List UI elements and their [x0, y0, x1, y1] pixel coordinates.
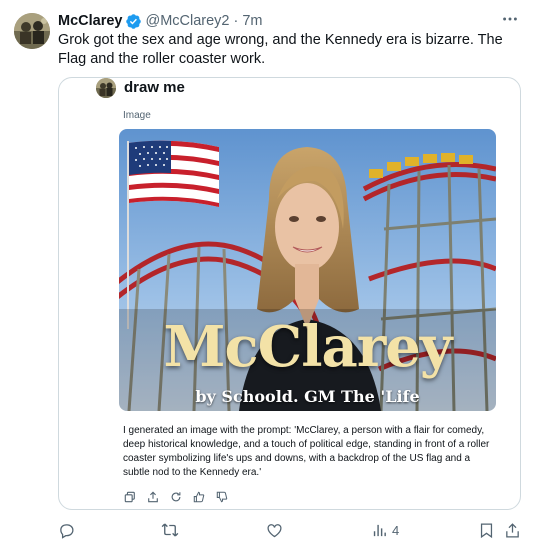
- separator-dot: ·: [233, 13, 239, 29]
- like-icon: [267, 523, 282, 537]
- reply-button[interactable]: [58, 520, 75, 540]
- image-overlay-subtitle: by Schoold. GM The 'Life: [195, 387, 420, 406]
- bookmark-button[interactable]: [478, 520, 495, 540]
- timestamp[interactable]: 7m: [242, 13, 262, 29]
- display-name[interactable]: McClarey: [58, 13, 122, 29]
- prompt-title: draw me: [124, 79, 185, 96]
- views-count: 4: [392, 522, 400, 538]
- tweet-actions: 4: [58, 520, 521, 540]
- response-actions: [123, 490, 229, 504]
- retweet-icon: [161, 523, 179, 537]
- more-options-icon[interactable]: [500, 9, 520, 29]
- reply-icon: [60, 523, 74, 539]
- quote-card[interactable]: draw me Image McClarey by Schoold. GM Th…: [58, 77, 521, 510]
- tweet-header: McClarey @McClarey2 · 7m: [58, 11, 522, 31]
- inner-avatar: [96, 78, 116, 98]
- author-avatar[interactable]: [14, 13, 50, 49]
- generated-image[interactable]: McClarey by Schoold. GM The 'Life: [119, 129, 496, 411]
- bookmark-icon: [480, 522, 493, 538]
- image-overlay-title: McClarey: [163, 314, 453, 380]
- thumbs-up-icon[interactable]: [192, 490, 206, 504]
- share-icon: [506, 522, 519, 538]
- thumbs-down-icon[interactable]: [215, 490, 229, 504]
- tweet-text: Grok got the sex and age wrong, and the …: [58, 32, 503, 67]
- views-button[interactable]: 4: [371, 520, 399, 540]
- share-button[interactable]: [504, 520, 521, 540]
- retweet-button[interactable]: [161, 520, 179, 540]
- copy-icon[interactable]: [123, 490, 137, 504]
- like-button[interactable]: [266, 520, 283, 540]
- author-handle[interactable]: @McClarey2: [145, 13, 229, 29]
- verified-badge-icon[interactable]: [125, 13, 142, 30]
- views-icon: [373, 524, 386, 536]
- regenerate-icon[interactable]: [169, 490, 183, 504]
- grok-response-text: I generated an image with the prompt: 'M…: [123, 425, 490, 478]
- share-icon[interactable]: [146, 490, 160, 504]
- image-label: Image: [123, 110, 151, 121]
